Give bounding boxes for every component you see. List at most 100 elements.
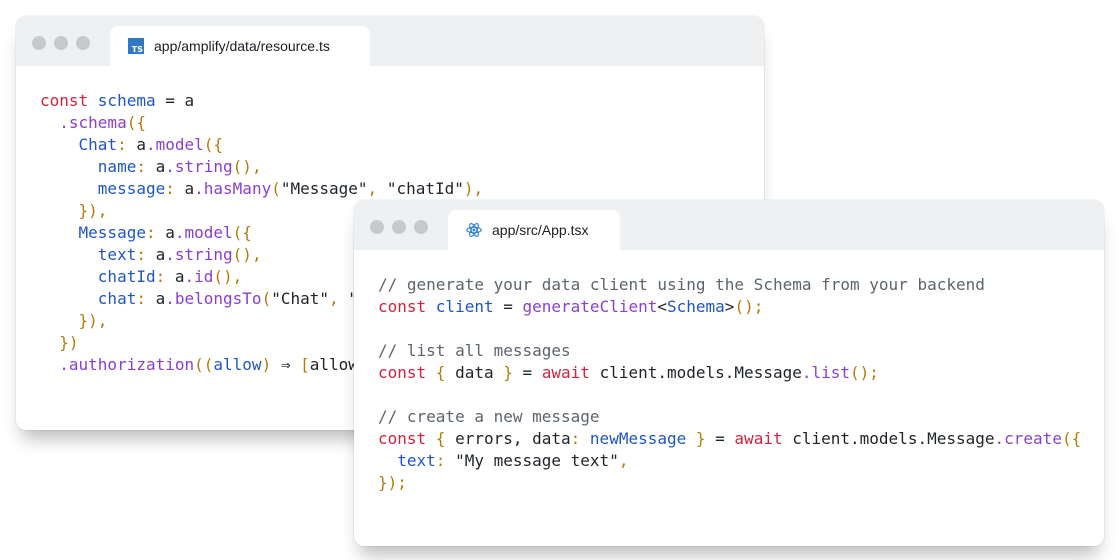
tab-title: app/amplify/data/resource.ts <box>154 38 330 54</box>
code-token: = <box>522 363 542 382</box>
code-line: .schema({ <box>40 112 483 134</box>
code-token: data <box>455 363 504 382</box>
code-token: a <box>155 289 166 308</box>
code-line: Chat: a.model({ <box>40 134 483 156</box>
code-token: > <box>724 297 735 316</box>
code-line: message: a.hasMany("Message", "chatId"), <box>40 178 483 200</box>
code-token: , <box>367 179 387 198</box>
code-token: : <box>435 451 456 470</box>
code-token: : <box>570 429 590 448</box>
code-token: : <box>136 289 156 308</box>
code-token: // list all messages <box>378 341 571 360</box>
minimize-dot[interactable] <box>392 220 406 234</box>
code-token: .string <box>165 245 233 264</box>
code-token: [ <box>300 355 310 374</box>
code-token: schema <box>97 91 156 110</box>
code-token: chatId <box>40 267 156 286</box>
code-token: errors, data <box>455 429 571 448</box>
close-dot[interactable] <box>32 36 46 50</box>
close-dot[interactable] <box>370 220 384 234</box>
file-tab-app[interactable]: app/src/App.tsx <box>448 210 620 250</box>
code-line: const client = generateClient<Schema>(); <box>378 296 1081 318</box>
code-token: : <box>136 245 156 264</box>
code-token: ({ <box>1061 429 1082 448</box>
minimize-dot[interactable] <box>54 36 68 50</box>
code-line: // create a new message <box>378 406 1081 428</box>
code-token: }) <box>40 333 79 352</box>
code-token: ( <box>261 289 272 308</box>
window-titlebar: app/src/App.tsx <box>354 200 1104 250</box>
code-token: : <box>165 179 185 198</box>
code-token: a <box>165 223 175 242</box>
code-line: ​ <box>378 384 1081 406</box>
code-token: text <box>40 245 137 264</box>
code-token: .schema <box>40 113 127 132</box>
code-token: a <box>174 267 185 286</box>
code-token: a <box>155 245 166 264</box>
code-line: // list all messages <box>378 340 1081 362</box>
file-tab-resource[interactable]: TS app/amplify/data/resource.ts <box>110 26 370 66</box>
code-line: name: a.string(), <box>40 156 483 178</box>
code-token: client.models.Message <box>599 363 802 382</box>
code-token: .create <box>994 429 1062 448</box>
code-line: ​ <box>378 318 1081 340</box>
code-token: { <box>435 363 456 382</box>
code-token: }); <box>378 473 407 492</box>
code-token: const <box>378 429 436 448</box>
code-token: .authorization <box>40 355 195 374</box>
typescript-icon: TS <box>128 38 144 54</box>
code-token: ⇒ <box>280 355 301 374</box>
code-editor[interactable]: // generate your data client using the S… <box>378 274 1081 494</box>
code-token: : <box>117 135 137 154</box>
code-token: (), <box>232 245 262 264</box>
code-line: }); <box>378 472 1081 494</box>
code-token: .id <box>184 267 214 286</box>
code-token: a <box>155 157 166 176</box>
code-token: { <box>435 429 456 448</box>
code-token: .hasMany <box>194 179 272 198</box>
code-token: a <box>184 179 195 198</box>
window-controls <box>370 220 428 234</box>
code-token: newMessage <box>589 429 696 448</box>
code-token: ({ <box>126 113 146 132</box>
code-token: "Chat" <box>271 289 329 308</box>
code-token: allow <box>309 355 358 374</box>
code-token: chat <box>40 289 137 308</box>
code-line: // generate your data client using the S… <box>378 274 1081 296</box>
code-token: ) <box>261 355 281 374</box>
code-token: : <box>136 157 156 176</box>
window-titlebar: TS app/amplify/data/resource.ts <box>16 16 764 66</box>
code-line: const { data } = await client.models.Mes… <box>378 362 1081 384</box>
code-token: .model <box>174 223 233 242</box>
code-token: const <box>378 363 436 382</box>
code-token: : <box>145 223 166 242</box>
tab-title: app/src/App.tsx <box>492 222 589 238</box>
code-token: ), <box>463 179 484 198</box>
react-icon <box>466 222 482 238</box>
maximize-dot[interactable] <box>76 36 90 50</box>
code-token: "Message" <box>280 179 368 198</box>
code-token: (( <box>194 355 214 374</box>
code-token: "My message text" <box>455 451 619 470</box>
code-token: const <box>40 91 98 110</box>
code-token: .list <box>801 363 851 382</box>
code-token: (); <box>734 297 764 316</box>
code-token: (), <box>232 157 262 176</box>
code-token: }), <box>40 311 108 330</box>
code-window-app: app/src/App.tsx // generate your data cl… <box>354 200 1104 546</box>
code-token: }), <box>40 201 108 220</box>
code-line: const schema = a <box>40 90 483 112</box>
code-token: Message <box>40 223 146 242</box>
code-token: client.models.Message <box>792 429 995 448</box>
maximize-dot[interactable] <box>414 220 428 234</box>
code-token: await <box>734 429 793 448</box>
code-token: name <box>40 157 137 176</box>
code-token: message <box>40 179 166 198</box>
code-token: = <box>493 297 523 316</box>
code-token: (), <box>213 267 243 286</box>
code-token: // create a new message <box>378 407 600 426</box>
code-token: < <box>657 297 667 316</box>
code-token: : <box>155 267 175 286</box>
code-token: allow <box>213 355 262 374</box>
code-token: = a <box>155 91 195 110</box>
